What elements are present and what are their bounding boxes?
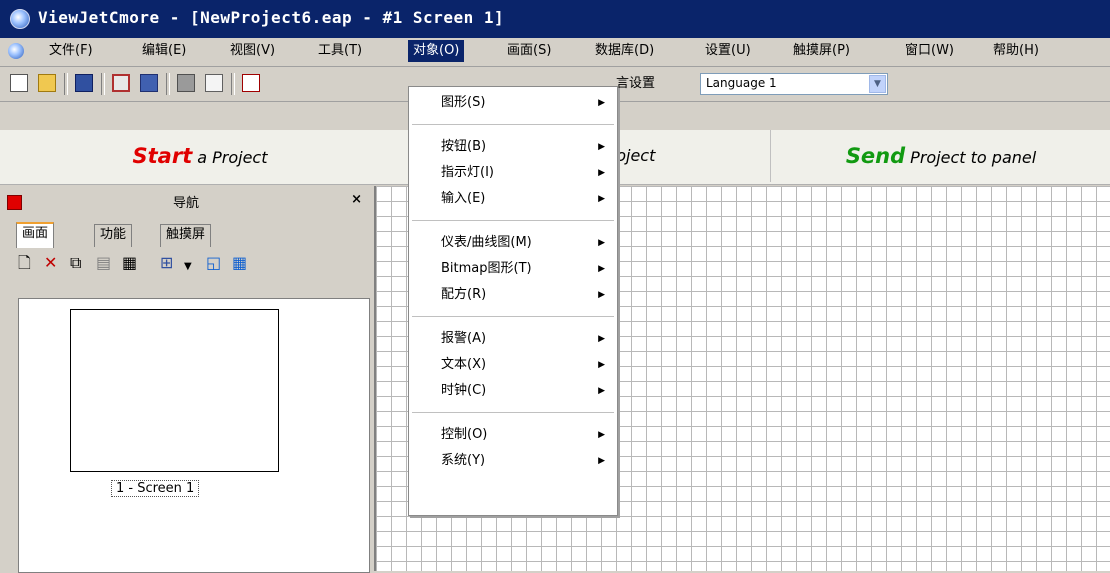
menu-touchscreen[interactable]: 触摸屏(P) — [788, 40, 855, 62]
submenu-arrow-icon: ▶ — [598, 98, 605, 108]
menu-item-label: 控制(O) — [441, 427, 488, 442]
menu-help[interactable]: 帮助(H) — [988, 40, 1044, 62]
start-label: Start — [132, 144, 193, 168]
dropdown-arrow-icon[interactable]: ▼ — [184, 258, 192, 276]
menu-settings[interactable]: 设置(U) — [700, 40, 756, 62]
menu-view[interactable]: 视图(V) — [225, 40, 280, 62]
menu-tools[interactable]: 工具(T) — [313, 40, 367, 62]
app-icon — [10, 9, 30, 29]
menu-item-bitmap[interactable]: Bitmap图形(T) ▶ — [409, 257, 617, 281]
menu-item-system[interactable]: 系统(Y) ▶ — [409, 449, 617, 473]
submenu-arrow-icon: ▶ — [598, 430, 605, 440]
submenu-arrow-icon: ▶ — [598, 194, 605, 204]
screen-thumbnail[interactable] — [70, 309, 279, 472]
start-project-button[interactable]: Start a Project — [0, 130, 400, 182]
submenu-arrow-icon: ▶ — [598, 360, 605, 370]
submenu-arrow-icon: ▶ — [598, 290, 605, 300]
screen-list: 1 - Screen 1 — [18, 298, 370, 573]
menu-item-label: 时钟(C) — [441, 383, 487, 398]
menu-item-text[interactable]: 文本(X) ▶ — [409, 353, 617, 377]
toolbar-separator — [101, 73, 105, 95]
submenu-arrow-icon: ▶ — [598, 168, 605, 178]
menu-item-recipe[interactable]: 配方(R) ▶ — [409, 283, 617, 307]
submenu-arrow-icon: ▶ — [598, 238, 605, 248]
toolbar-separator — [166, 73, 170, 95]
info-icon[interactable] — [242, 74, 260, 92]
menu-item-label: 按钮(B) — [441, 139, 487, 154]
menu-item-alarm[interactable]: 报警(A) ▶ — [409, 327, 617, 351]
print-icon[interactable] — [177, 74, 195, 92]
check-screen-icon[interactable] — [112, 74, 130, 92]
transfer-icon[interactable] — [140, 74, 158, 92]
send-label: Send — [845, 144, 906, 168]
navigation-header: 导航 × — [0, 189, 372, 213]
menu-item-label: 报警(A) — [441, 331, 487, 346]
menu-separator — [412, 316, 614, 317]
menu-item-label: 系统(Y) — [441, 453, 486, 468]
tab-touchscreen[interactable]: 触摸屏 — [160, 224, 212, 247]
list-view-icon[interactable]: ▦ — [232, 254, 247, 272]
menu-edit[interactable]: 编辑(E) — [137, 40, 191, 62]
delete-icon[interactable]: ✕ — [44, 254, 57, 272]
toolbar-separator — [231, 73, 235, 95]
menu-separator — [412, 412, 614, 413]
tab-functions[interactable]: 功能 — [94, 224, 133, 247]
send-sublabel: Project to panel — [910, 148, 1037, 167]
new-screen-icon[interactable]: 🗋 — [18, 254, 31, 272]
tab-screens[interactable]: 画面 — [16, 222, 55, 248]
start-sublabel: a Project — [197, 148, 268, 167]
menu-separator — [412, 220, 614, 221]
new-file-icon[interactable] — [10, 74, 28, 92]
window-title: ViewJetCmore - [NewProject6.eap - #1 Scr… — [38, 8, 505, 27]
menu-item-input[interactable]: 输入(E) ▶ — [409, 187, 617, 211]
open-folder-icon[interactable] — [38, 74, 56, 92]
menu-item-label: 图形(S) — [441, 95, 486, 110]
menu-item-label: 仪表/曲线图(M) — [441, 235, 532, 250]
thumbnail-view-icon[interactable]: ◱ — [206, 254, 221, 272]
menu-item-clock[interactable]: 时钟(C) ▶ — [409, 379, 617, 403]
copy-icon[interactable]: ⧉ — [70, 254, 81, 272]
submenu-arrow-icon: ▶ — [598, 334, 605, 344]
menu-item-label: 文本(X) — [441, 357, 487, 372]
menu-bar: 文件(F) 编辑(E) 视图(V) 工具(T) 对象(O) 画面(S) 数据库(… — [0, 38, 1110, 67]
language-select-value: Language 1 — [706, 76, 777, 90]
close-icon[interactable]: × — [351, 192, 362, 207]
title-bar: ViewJetCmore - [NewProject6.eap - #1 Scr… — [0, 0, 1110, 38]
screen-thumbnail-label[interactable]: 1 - Screen 1 — [111, 480, 200, 497]
menu-object[interactable]: 对象(O) — [408, 40, 465, 62]
document-menu-icon[interactable] — [8, 43, 24, 59]
view-mode-icon[interactable]: ⊞ — [160, 254, 173, 272]
navigation-panel: 导航 × 画面 功能 触摸屏 🗋 ✕ ⧉ ▤ ▦ ⊞ ▼ ◱ ▦ 1 - Scr… — [0, 186, 376, 573]
menu-item-label: 输入(E) — [441, 191, 486, 206]
navigation-title: 导航 — [172, 196, 199, 211]
submenu-arrow-icon: ▶ — [598, 456, 605, 466]
language-select[interactable]: Language 1 ▼ — [700, 73, 888, 95]
menu-item-label: Bitmap图形(T) — [441, 261, 532, 276]
print-preview-icon[interactable] — [205, 74, 223, 92]
menu-item-indicators[interactable]: 指示灯(I) ▶ — [409, 161, 617, 185]
properties-icon[interactable]: ▦ — [122, 254, 137, 272]
menu-database[interactable]: 数据库(D) — [590, 40, 659, 62]
submenu-arrow-icon: ▶ — [598, 142, 605, 152]
navigation-toolbar: 🗋 ✕ ⧉ ▤ ▦ ⊞ ▼ ◱ ▦ — [16, 248, 370, 278]
menu-separator — [412, 124, 614, 125]
menu-file[interactable]: 文件(F) — [44, 40, 98, 62]
menu-item-label: 配方(R) — [441, 287, 487, 302]
save-icon[interactable] — [75, 74, 93, 92]
chevron-down-icon[interactable]: ▼ — [869, 75, 886, 93]
menu-screen[interactable]: 画面(S) — [502, 40, 556, 62]
menu-item-meters-charts[interactable]: 仪表/曲线图(M) ▶ — [409, 231, 617, 255]
menu-item-buttons[interactable]: 按钮(B) ▶ — [409, 135, 617, 159]
send-project-button[interactable]: Send Project to panel — [770, 130, 1110, 182]
language-setting-label: 言设置 — [616, 76, 656, 91]
menu-item-shapes[interactable]: 图形(S) ▶ — [409, 91, 617, 115]
object-menu-dropdown: 图形(S) ▶ 按钮(B) ▶ 指示灯(I) ▶ 输入(E) ▶ 仪表/曲线图(M) ▶ … — [408, 86, 618, 516]
paste-icon[interactable]: ▤ — [96, 254, 111, 272]
menu-window[interactable]: 窗口(W) — [900, 40, 959, 62]
toolbar-separator — [64, 73, 68, 95]
menu-item-control[interactable]: 控制(O) ▶ — [409, 423, 617, 447]
submenu-arrow-icon: ▶ — [598, 264, 605, 274]
menu-item-label: 指示灯(I) — [441, 165, 494, 180]
submenu-arrow-icon: ▶ — [598, 386, 605, 396]
